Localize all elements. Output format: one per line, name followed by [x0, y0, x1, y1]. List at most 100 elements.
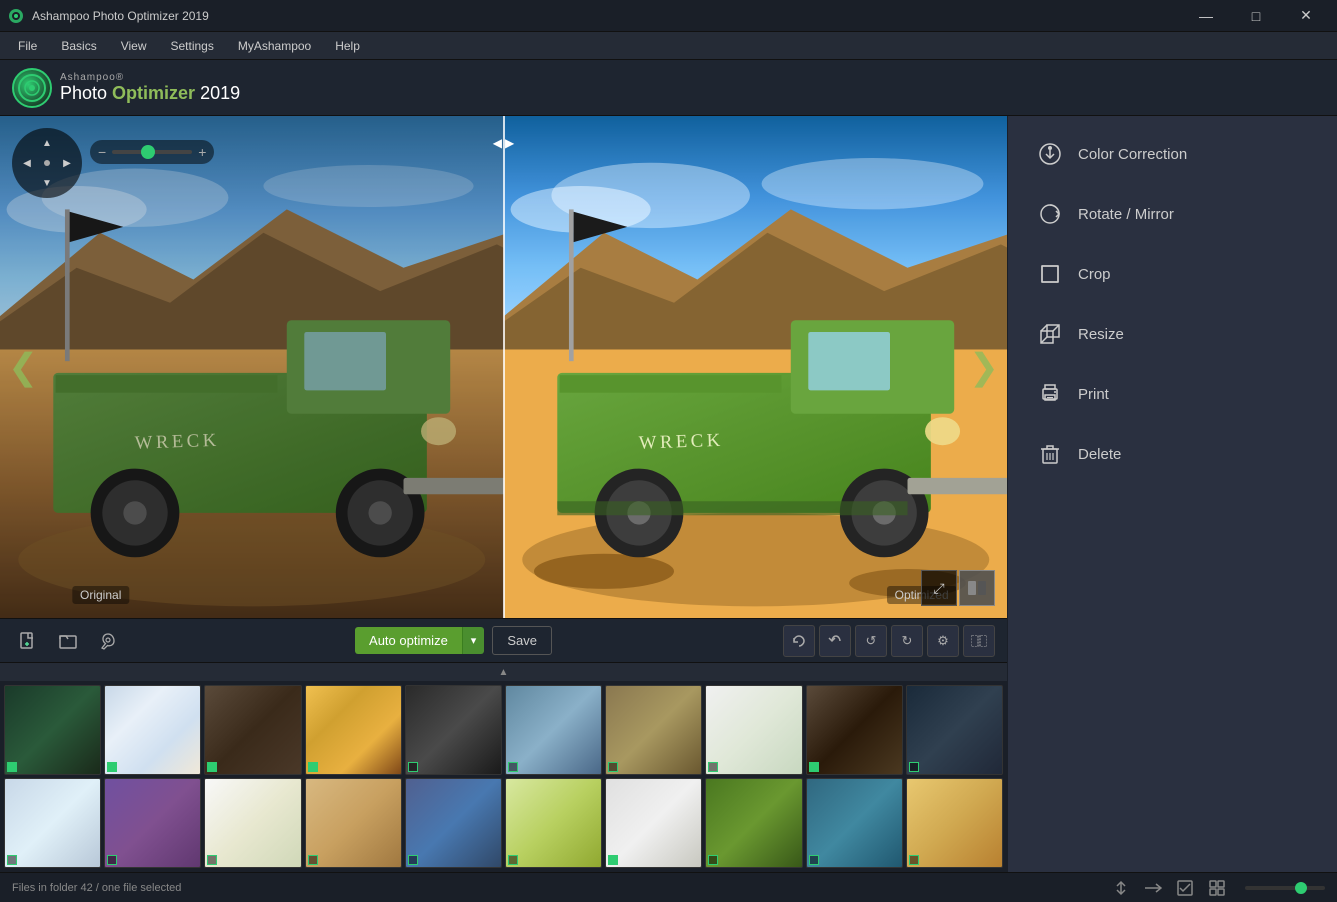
viewer-area: ▲ ◀ ▶ ▼ − +	[0, 116, 1007, 618]
thumbnail-17[interactable]	[605, 778, 702, 868]
compare-button[interactable]	[963, 625, 995, 657]
logo-bar: Ashampoo® Photo Optimizer 2019	[0, 60, 1337, 116]
next-image-button[interactable]: ❯	[969, 346, 999, 388]
nav-down-arrow[interactable]: ▼	[37, 173, 57, 193]
tools-button[interactable]	[92, 625, 124, 657]
rotate-cw-button[interactable]: ↻	[891, 625, 923, 657]
resize-item[interactable]: Resize	[1016, 306, 1329, 362]
undo2-icon	[827, 633, 843, 649]
thumbnail-collapse-button[interactable]: ▲	[0, 663, 1007, 681]
thumbnail-14[interactable]	[305, 778, 402, 868]
maximize-button[interactable]: □	[1233, 0, 1279, 32]
resize-label: Resize	[1078, 326, 1124, 343]
nav-up-arrow[interactable]: ▲	[37, 133, 57, 153]
thumbnail-19[interactable]	[806, 778, 903, 868]
arrow-button[interactable]	[1141, 876, 1165, 900]
optimized-photo-svg: WRECK	[504, 116, 1008, 618]
title-bar-controls: — □ ✕	[1183, 0, 1329, 32]
thumb-check-14	[308, 855, 318, 865]
thumbnail-12[interactable]	[104, 778, 201, 868]
thumbnail-4[interactable]	[305, 685, 402, 775]
photo-divider[interactable]: ◀ ▶	[503, 116, 505, 618]
svg-text:WRECK: WRECK	[638, 430, 724, 454]
grid-icon	[1209, 880, 1225, 896]
sort-button[interactable]	[1109, 876, 1133, 900]
thumbnail-9[interactable]	[806, 685, 903, 775]
title-bar-left: Ashampoo Photo Optimizer 2019	[8, 8, 209, 24]
delete-item[interactable]: Delete	[1016, 426, 1329, 482]
logo-brand: Ashampoo®	[60, 72, 240, 83]
photo-container: WRECK Original ◀ ▶	[0, 116, 1007, 618]
thumb-check-13	[207, 855, 217, 865]
menu-basics[interactable]: Basics	[51, 35, 106, 57]
thumb-check-16	[508, 855, 518, 865]
save-button[interactable]: Save	[492, 626, 552, 655]
thumbnail-5[interactable]	[405, 685, 502, 775]
settings-button[interactable]: ⚙	[927, 625, 959, 657]
thumbnail-8[interactable]	[705, 685, 802, 775]
minimize-button[interactable]: —	[1183, 0, 1229, 32]
divider-handle[interactable]: ◀ ▶	[493, 136, 514, 150]
thumb-check-10	[909, 762, 919, 772]
size-slider-thumb[interactable]	[1295, 882, 1307, 894]
thumbnail-10[interactable]	[906, 685, 1003, 775]
nav-right-arrow[interactable]: ▶	[57, 153, 77, 173]
prev-image-button[interactable]: ❮	[8, 346, 38, 388]
status-bar: Files in folder 42 / one file selected	[0, 872, 1337, 902]
thumbnail-15[interactable]	[405, 778, 502, 868]
menu-view[interactable]: View	[111, 35, 157, 57]
menu-myashampoo[interactable]: MyAshampoo	[228, 35, 321, 57]
print-label: Print	[1078, 386, 1109, 403]
open-folder-button[interactable]	[52, 625, 84, 657]
close-button[interactable]: ✕	[1283, 0, 1329, 32]
delete-label: Delete	[1078, 446, 1121, 463]
arrow-icon	[1144, 882, 1162, 894]
thumbnail-20[interactable]	[906, 778, 1003, 868]
thumbnail-13[interactable]	[204, 778, 301, 868]
undo-button[interactable]	[783, 625, 815, 657]
size-slider[interactable]	[1245, 886, 1325, 890]
print-item[interactable]: Print	[1016, 366, 1329, 422]
thumbnail-16[interactable]	[505, 778, 602, 868]
thumbnail-3[interactable]	[204, 685, 301, 775]
compare-icon	[971, 635, 987, 647]
thumb-check-4	[308, 762, 318, 772]
rotate-ccw-button[interactable]: ↺	[855, 625, 887, 657]
menu-settings[interactable]: Settings	[160, 35, 223, 57]
split-view-button[interactable]	[959, 570, 995, 606]
crop-item[interactable]: Crop	[1016, 246, 1329, 302]
zoom-slider[interactable]	[112, 150, 192, 154]
menu-file[interactable]: File	[8, 35, 47, 57]
rotate-mirror-item[interactable]: Rotate / Mirror	[1016, 186, 1329, 242]
dropdown-arrow-icon: ▾	[471, 634, 477, 647]
fullscreen-button[interactable]: ⤢	[921, 570, 957, 606]
menu-help[interactable]: Help	[325, 35, 370, 57]
thumbnail-6[interactable]	[505, 685, 602, 775]
svg-text:WRECK: WRECK	[134, 430, 220, 454]
undo2-button[interactable]	[819, 625, 851, 657]
zoom-thumb[interactable]	[141, 145, 155, 159]
thumb-check-5	[408, 762, 418, 772]
thumbnail-7[interactable]	[605, 685, 702, 775]
thumbnail-18[interactable]	[705, 778, 802, 868]
color-correction-label: Color Correction	[1078, 146, 1187, 163]
auto-optimize-button[interactable]: Auto optimize	[355, 627, 462, 654]
zoom-in-button[interactable]: +	[198, 144, 206, 160]
thumbnail-11[interactable]	[4, 778, 101, 868]
checkbox-icon	[1177, 880, 1193, 896]
new-file-button[interactable]	[12, 625, 44, 657]
status-right	[1109, 876, 1325, 900]
split-view-icon	[968, 581, 986, 595]
zoom-out-button[interactable]: −	[98, 144, 106, 160]
grid-button[interactable]	[1205, 876, 1229, 900]
color-correction-item[interactable]: Color Correction	[1016, 126, 1329, 182]
thumbnail-1[interactable]	[4, 685, 101, 775]
thumb-check-17	[608, 855, 618, 865]
auto-optimize-dropdown-button[interactable]: ▾	[462, 627, 485, 654]
nav-left-arrow[interactable]: ◀	[17, 153, 37, 173]
checkbox-button[interactable]	[1173, 876, 1197, 900]
delete-icon	[1036, 440, 1064, 468]
thumbnail-2[interactable]	[104, 685, 201, 775]
thumbnail-grid	[0, 681, 1007, 872]
thumb-check-12	[107, 855, 117, 865]
